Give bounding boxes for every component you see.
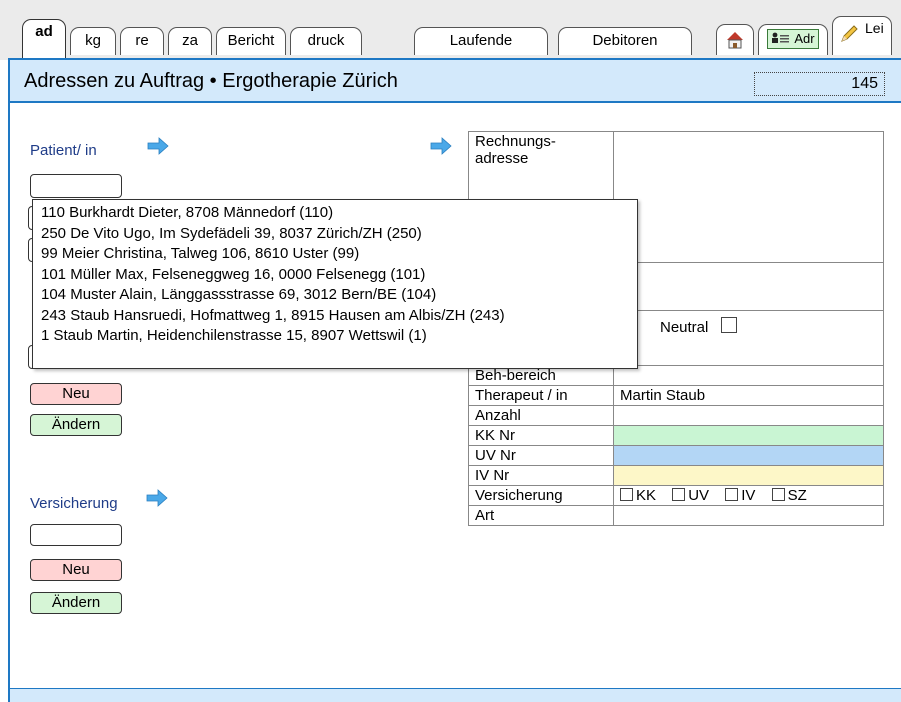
versicherung-checks: KK UV IV SZ — [613, 485, 884, 506]
iv-nr-label: IV Nr — [468, 465, 614, 486]
art-label: Art — [468, 505, 614, 526]
tab-adr-label: Adr — [794, 31, 815, 46]
tab-debitoren[interactable]: Debitoren — [558, 27, 692, 55]
arrow-right-icon[interactable] — [146, 137, 170, 155]
neutral-checkbox[interactable] — [720, 317, 737, 333]
tab-bericht[interactable]: Bericht — [216, 27, 286, 55]
therapeut-field[interactable]: Martin Staub — [613, 385, 884, 406]
list-item[interactable]: 104 Muster Alain, Länggassstrasse 69, 30… — [33, 285, 637, 306]
sz-check-label: SZ — [787, 487, 807, 504]
versicherung-label: Versicherung — [30, 495, 118, 512]
list-item[interactable]: 99 Meier Christina, Talweg 106, 8610 Ust… — [33, 244, 637, 265]
list-item[interactable]: 101 Müller Max, Felseneggweg 16, 0000 Fe… — [33, 265, 637, 286]
neutral-label: Neutral — [660, 319, 709, 336]
tab-adr[interactable]: Adr — [758, 24, 828, 55]
tab-laufende[interactable]: Laufende — [414, 27, 548, 55]
versicherung-form-label: Versicherung — [468, 485, 614, 506]
pencil-icon — [841, 25, 858, 42]
patient-input[interactable] — [30, 174, 122, 198]
address-card-icon — [772, 32, 790, 43]
versicherung-neu-button[interactable]: Neu — [30, 559, 122, 581]
list-item[interactable]: 110 Burkhardt Dieter, 8708 Männedorf (11… — [33, 203, 637, 224]
bottom-bar — [8, 688, 901, 702]
address-extra-field[interactable] — [613, 262, 884, 311]
arrow-right-icon[interactable] — [145, 489, 169, 507]
page-title: Adressen zu Auftrag • Ergotherapie Züric… — [24, 70, 398, 92]
iv-checkbox[interactable] — [725, 488, 739, 501]
tab-kg[interactable]: kg — [70, 27, 116, 55]
list-item[interactable]: 250 De Vito Ugo, Im Sydefädeli 39, 8037 … — [33, 224, 637, 245]
aendern-button[interactable]: Ändern — [30, 414, 122, 436]
tab-home[interactable] — [716, 24, 754, 55]
art-field[interactable] — [613, 505, 884, 526]
uv-nr-label: UV Nr — [468, 445, 614, 466]
iv-nr-field[interactable] — [613, 465, 884, 486]
tab-label: Laufende — [449, 32, 513, 49]
versicherung-input[interactable] — [30, 524, 122, 546]
tab-druck[interactable]: druck — [290, 27, 362, 55]
tab-label: za — [182, 32, 198, 49]
tab-label: re — [135, 32, 149, 49]
list-item[interactable]: 1 Staub Martin, Heidenchilenstrasse 15, … — [33, 326, 637, 347]
kk-nr-field[interactable] — [613, 425, 884, 446]
uv-nr-field[interactable] — [613, 445, 884, 466]
kk-nr-label: KK Nr — [468, 425, 614, 446]
home-icon — [727, 32, 743, 49]
tab-label: Debitoren — [592, 32, 658, 49]
list-item[interactable]: 243 Staub Hansruedi, Hofmattweg 1, 8915 … — [33, 306, 637, 327]
patient-dropdown-list[interactable]: 110 Burkhardt Dieter, 8708 Männedorf (11… — [32, 199, 638, 369]
tab-za[interactable]: za — [168, 27, 212, 55]
sz-checkbox[interactable] — [771, 488, 785, 501]
therapeut-label: Therapeut / in — [468, 385, 614, 406]
tab-label: ad — [35, 23, 53, 40]
record-count: 145 — [754, 72, 885, 96]
tab-lei[interactable]: Lei — [832, 16, 892, 55]
tab-label: kg — [85, 32, 101, 49]
anzahl-label: Anzahl — [468, 405, 614, 426]
neutral-option: Neutral — [613, 310, 884, 366]
anzahl-field[interactable] — [613, 405, 884, 426]
tab-label: druck — [307, 32, 345, 49]
tab-lei-label: Lei — [865, 20, 884, 36]
iv-check-label: IV — [741, 487, 756, 504]
tab-ad[interactable]: ad — [22, 19, 66, 59]
kk-checkbox[interactable] — [620, 488, 633, 501]
tab-re[interactable]: re — [120, 27, 164, 55]
neu-button[interactable]: Neu — [30, 383, 122, 405]
title-bar: Adressen zu Auftrag • Ergotherapie Züric… — [8, 58, 901, 103]
kk-check-label: KK — [636, 487, 657, 504]
tab-label: Bericht — [227, 32, 275, 49]
versicherung-aendern-button[interactable]: Ändern — [30, 592, 122, 614]
patient-label: Patient/ in — [30, 142, 97, 159]
arrow-right-icon[interactable] — [429, 137, 453, 155]
uv-checkbox[interactable] — [672, 488, 686, 501]
uv-check-label: UV — [688, 487, 710, 504]
rechnungsadresse-field[interactable] — [613, 131, 884, 263]
beh-bereich-field[interactable] — [613, 365, 884, 386]
